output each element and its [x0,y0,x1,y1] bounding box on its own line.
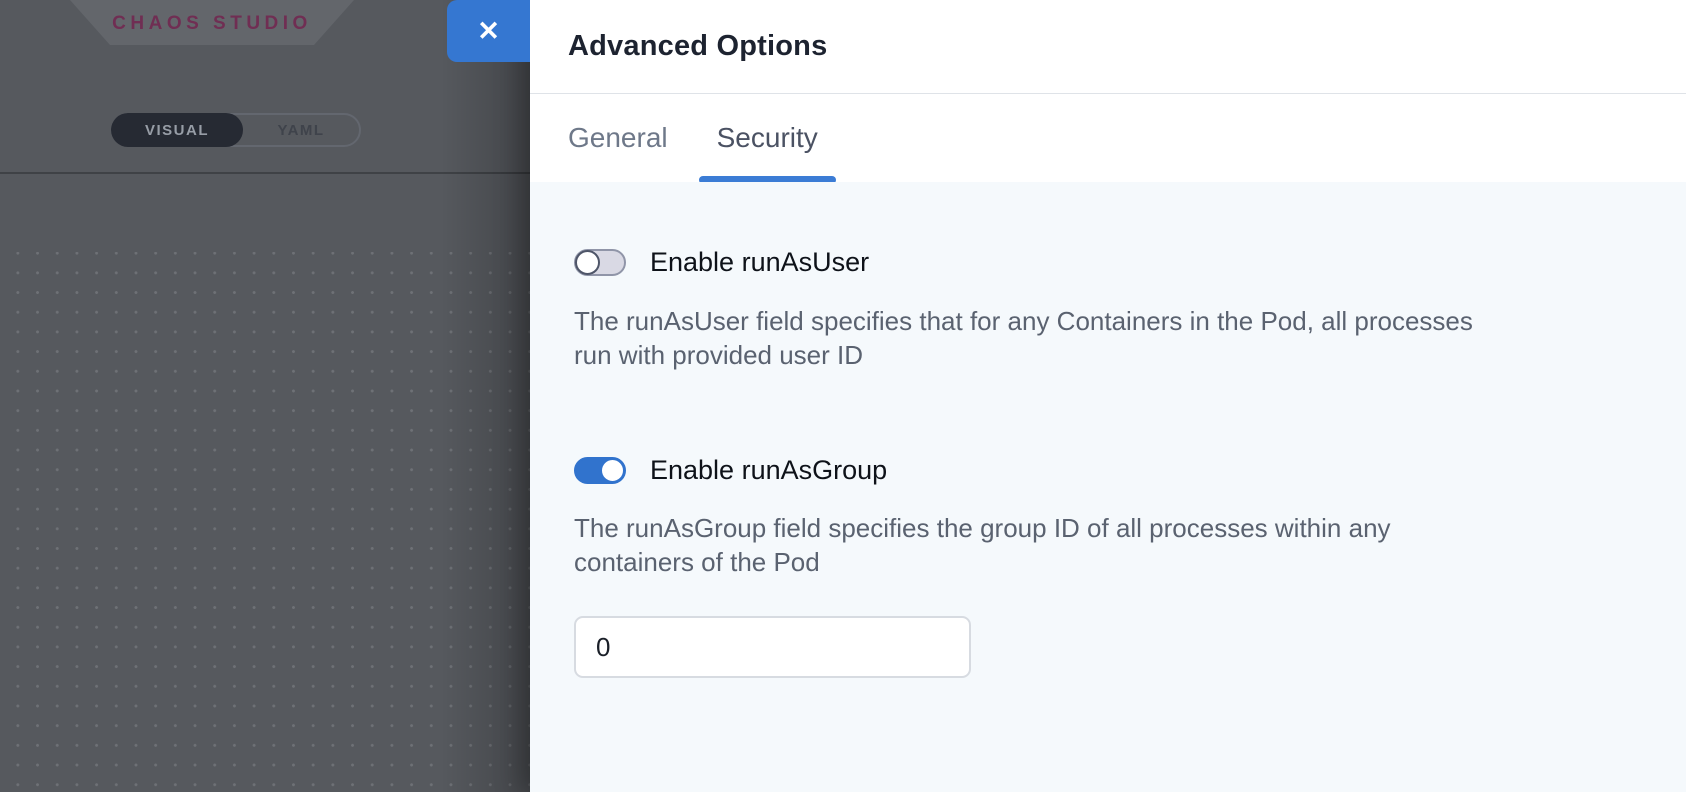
close-icon: ✕ [477,18,500,45]
tab-security[interactable]: Security [717,94,818,182]
tab-general-label: General [568,122,668,154]
close-drawer-button[interactable]: ✕ [447,0,530,62]
tab-general[interactable]: General [568,94,668,182]
run-as-user-row: Enable runAsUser [574,245,1642,279]
visual-tab[interactable]: VISUAL [111,113,243,147]
description-line: The runAsGroup field specifies the group… [574,511,1642,545]
screen: CHAOS STUDIO VISUAL YAML ✕ Advanced Opti… [0,0,1686,792]
drawer-header: Advanced Options [530,0,1686,94]
run-as-group-id-input[interactable] [574,616,971,678]
chaos-studio-canvas: CHAOS STUDIO VISUAL YAML [0,0,530,792]
visual-yaml-toggle: VISUAL YAML [111,113,361,147]
advanced-options-drawer: Advanced Options General Security Enable… [530,0,1686,792]
description-line: containers of the Pod [574,545,1642,579]
description-line: run with provided user ID [574,338,1642,372]
run-as-user-toggle-label: Enable runAsUser [650,247,869,278]
run-as-group-description: The runAsGroup field specifies the group… [574,511,1642,579]
chaos-studio-logo-text: CHAOS STUDIO [112,11,312,35]
tab-security-label: Security [717,122,818,154]
drawer-shadow-overlay [440,0,530,792]
drawer-title: Advanced Options [568,30,827,63]
toggle-knob [600,458,625,483]
toggle-knob [575,250,600,275]
run-as-group-toggle-label: Enable runAsGroup [650,455,887,486]
drawer-tabs: General Security [530,94,1686,182]
description-line: The runAsUser field specifies that for a… [574,304,1642,338]
run-as-user-description: The runAsUser field specifies that for a… [574,304,1642,372]
chaos-studio-logo-banner: CHAOS STUDIO [70,0,354,45]
run-as-group-row: Enable runAsGroup [574,453,1642,487]
enable-run-as-user-toggle[interactable] [574,249,626,276]
enable-run-as-group-toggle[interactable] [574,457,626,484]
yaml-tab[interactable]: YAML [243,115,359,145]
security-tab-panel: Enable runAsUser The runAsUser field spe… [530,182,1686,792]
